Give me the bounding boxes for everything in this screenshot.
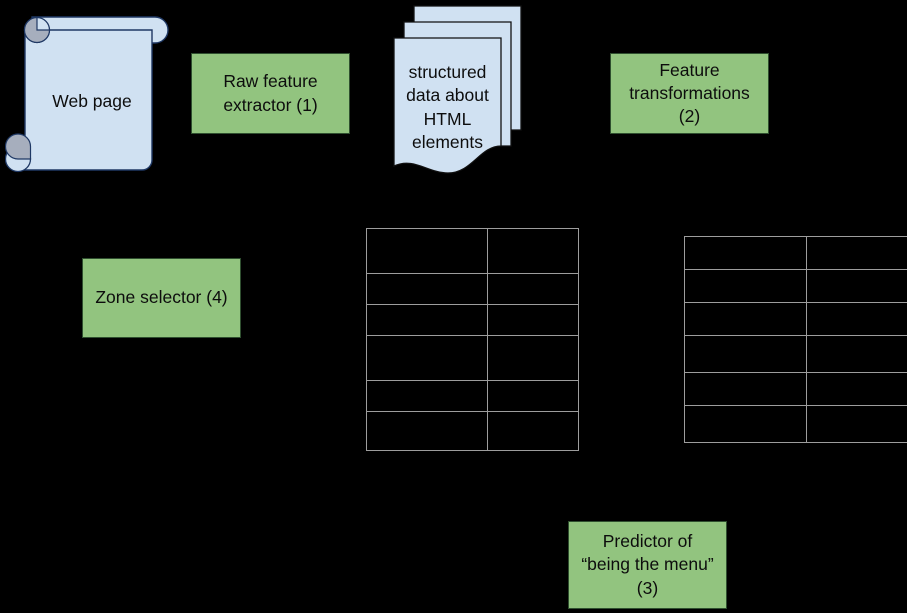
table-row[interactable] <box>366 273 579 305</box>
table-cell[interactable] <box>806 302 907 336</box>
table-cell[interactable] <box>806 405 907 443</box>
table-row[interactable] <box>366 304 579 336</box>
table-row[interactable] <box>366 228 579 274</box>
table-row[interactable] <box>684 335 907 373</box>
table-cell[interactable] <box>366 335 488 381</box>
table-row[interactable] <box>684 372 907 406</box>
table-cell[interactable] <box>366 228 488 274</box>
table-cell[interactable] <box>684 302 807 336</box>
table-cell[interactable] <box>487 380 579 412</box>
scroll-shape <box>5 16 169 173</box>
table-cell[interactable] <box>487 273 579 305</box>
table-cell[interactable] <box>366 411 488 451</box>
table-cell[interactable] <box>806 236 907 270</box>
document-sheet-front <box>393 37 502 174</box>
raw-feature-table-body <box>366 228 579 451</box>
raw-feature-extractor-node[interactable]: Raw feature extractor (1) <box>191 53 350 134</box>
table-row[interactable] <box>684 236 907 270</box>
transformed-feature-table[interactable] <box>684 236 907 443</box>
table-cell[interactable] <box>487 304 579 336</box>
table-row[interactable] <box>366 335 579 381</box>
raw-feature-table[interactable] <box>366 228 579 451</box>
multi-document-shape <box>393 5 522 174</box>
table-cell[interactable] <box>684 405 807 443</box>
table-cell[interactable] <box>684 372 807 406</box>
table-cell[interactable] <box>487 335 579 381</box>
table-row[interactable] <box>684 302 907 336</box>
table-cell[interactable] <box>806 335 907 373</box>
feature-transformations-node[interactable]: Feature transformations (2) <box>610 53 769 134</box>
table-row[interactable] <box>684 269 907 303</box>
web-page-node[interactable]: Web page <box>5 12 177 180</box>
table-cell[interactable] <box>487 228 579 274</box>
table-cell[interactable] <box>684 335 807 373</box>
table-cell[interactable] <box>366 304 488 336</box>
zone-selector-node[interactable]: Zone selector (4) <box>82 258 241 338</box>
table-cell[interactable] <box>684 236 807 270</box>
diagram-canvas: Web page Raw feature extractor (1) struc… <box>0 0 907 613</box>
table-cell[interactable] <box>806 372 907 406</box>
scroll-body <box>24 29 153 171</box>
table-cell[interactable] <box>684 269 807 303</box>
table-cell[interactable] <box>487 411 579 451</box>
scroll-curl-bottom <box>5 133 32 160</box>
table-cell[interactable] <box>366 273 488 305</box>
structured-data-node[interactable]: structured data about HTML elements <box>392 3 524 185</box>
table-row[interactable] <box>684 405 907 443</box>
predictor-node[interactable]: Predictor of “being the menu” (3) <box>568 521 727 609</box>
table-row[interactable] <box>366 380 579 412</box>
table-cell[interactable] <box>806 269 907 303</box>
transformed-feature-table-body <box>684 236 907 443</box>
table-row[interactable] <box>366 411 579 451</box>
table-cell[interactable] <box>366 380 488 412</box>
